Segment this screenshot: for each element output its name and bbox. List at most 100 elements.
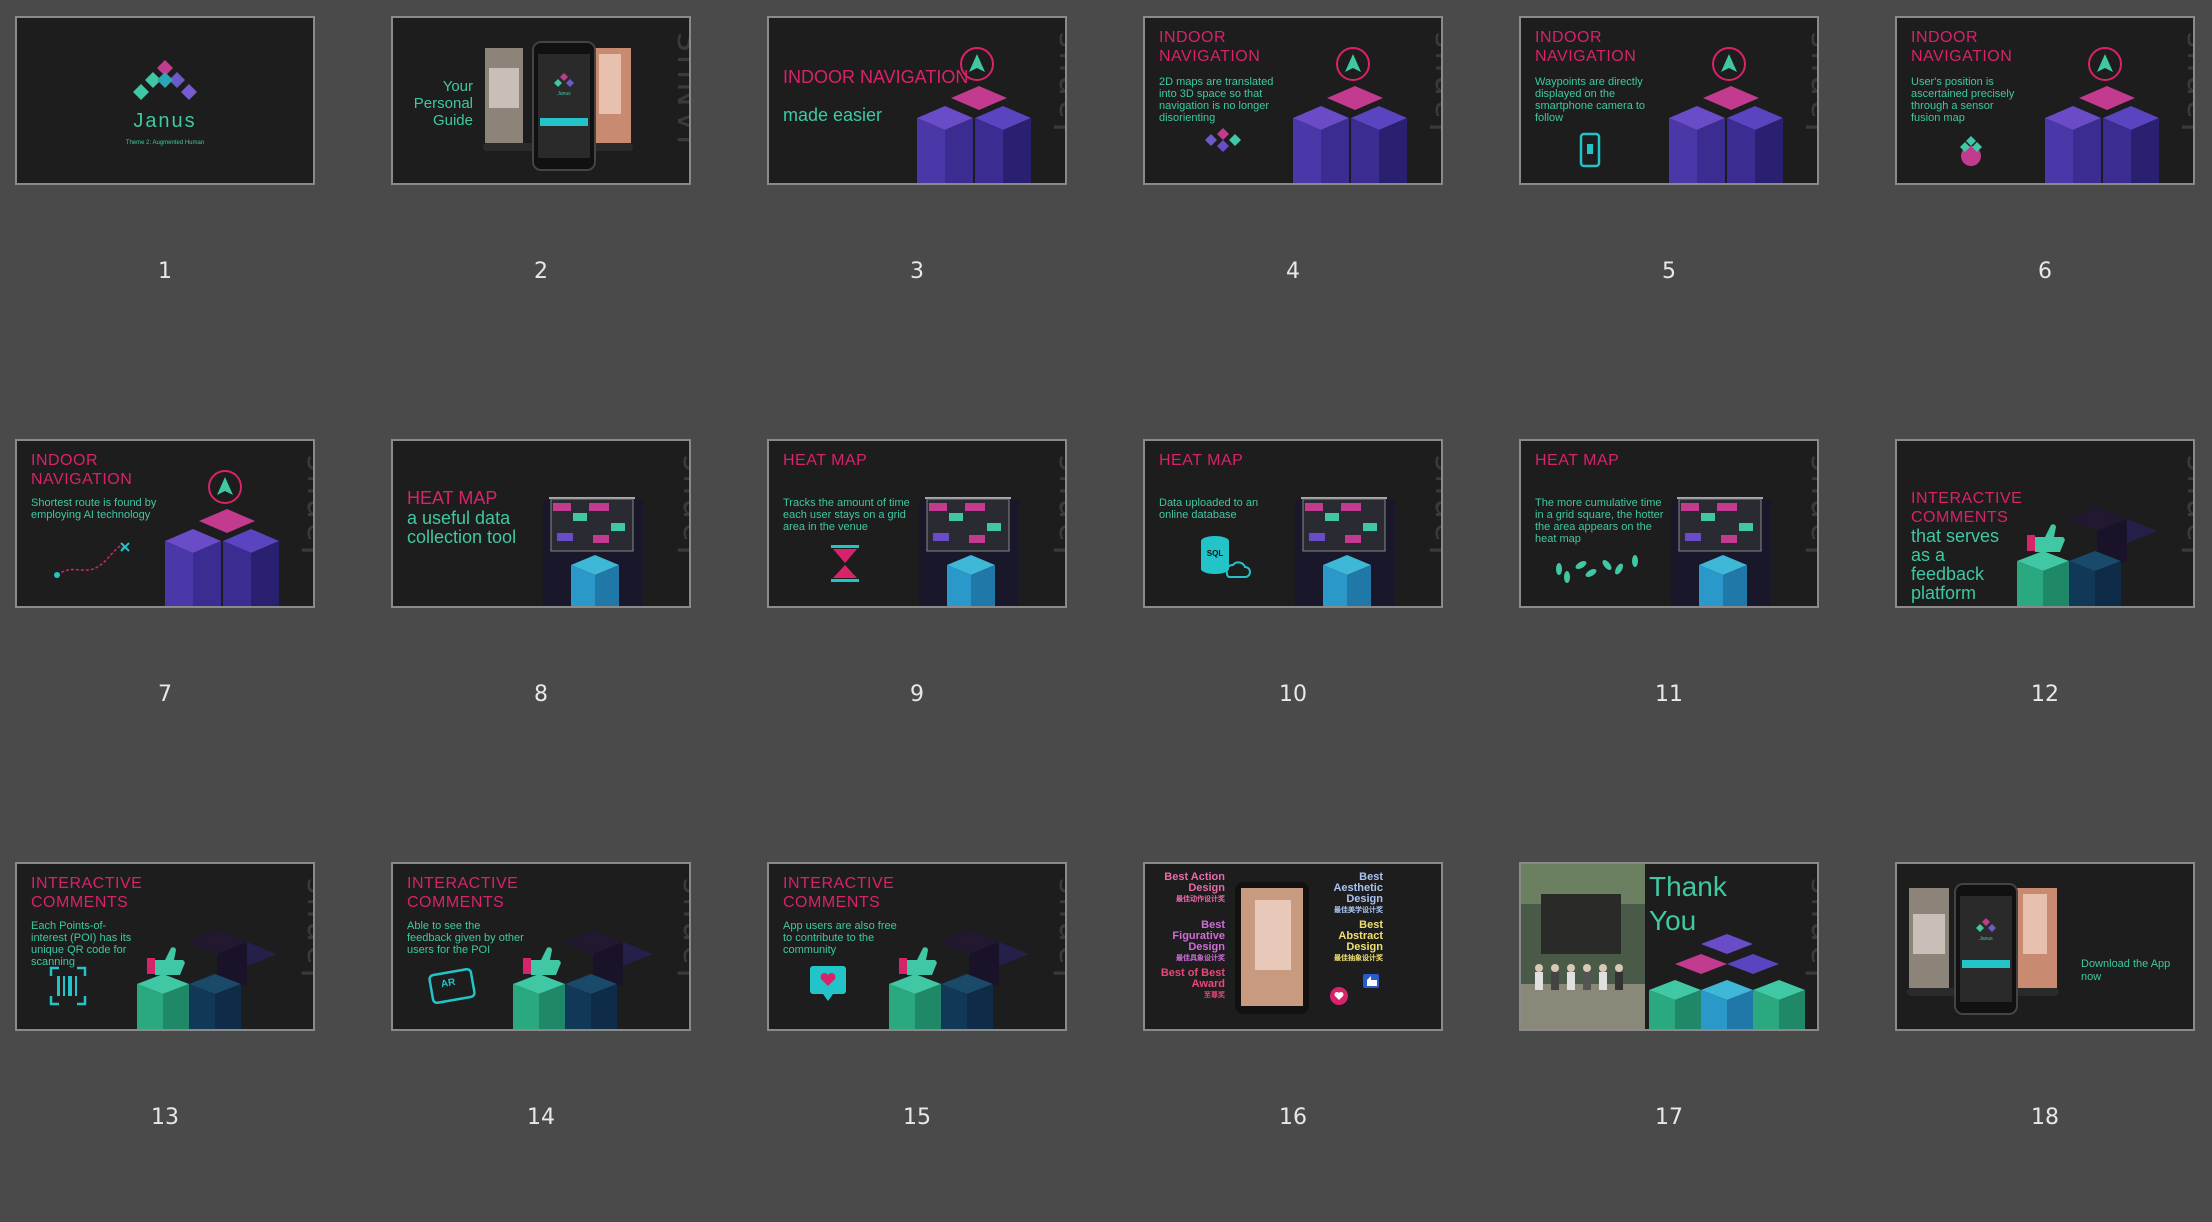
award-best-action: Best Action Design 最佳动作设计奖 xyxy=(1155,872,1225,905)
slide-number: 8 xyxy=(534,682,548,707)
slide-thumbnail-9[interactable]: HEAT MAP Tracks the amount of time each … xyxy=(767,439,1067,799)
slide-3-canvas: INDOOR NAVIGATION made easier Janus xyxy=(767,16,1067,185)
slide-title: Thank You xyxy=(1649,871,1727,936)
slide-number: 15 xyxy=(903,1105,931,1130)
award-zh: 至尊奖 xyxy=(1204,992,1225,999)
janus-vertical-brand: Janus xyxy=(1799,28,1819,132)
slide-6-canvas: INDOOR NAVIGATION User's position is asc… xyxy=(1895,16,2195,185)
janus-vertical-brand: Janus xyxy=(1047,28,1067,132)
janus-vertical-brand: Janus xyxy=(671,874,691,978)
slide-10-canvas: HEAT MAP Data uploaded to an online data… xyxy=(1143,439,1443,608)
heat-map-board-icon xyxy=(543,497,643,606)
slide-18-canvas: Janus Download the App now xyxy=(1895,862,2195,1031)
slide-11-canvas: HEAT MAP The more cumulative time in a g… xyxy=(1519,439,1819,608)
phone-logo-text: Janus xyxy=(1979,936,1993,942)
cubes-navigation-icon xyxy=(1205,47,1407,183)
slide-5-canvas: INDOOR NAVIGATION Waypoints are directly… xyxy=(1519,16,1819,185)
slide-2-canvas: Your Personal Guide Janus JANUS xyxy=(391,16,691,185)
janus-vertical-brand: Janus xyxy=(1799,451,1819,555)
slide-thumbnail-3[interactable]: INDOOR NAVIGATION made easier Janus 3 xyxy=(767,16,1067,376)
award-en: Best Action Design xyxy=(1164,871,1225,894)
slide-thumbnail-1[interactable]: Janus Theme 2: Augmented Human 1 xyxy=(15,16,315,376)
ar-tablet-icon xyxy=(428,930,653,1029)
slide-number: 18 xyxy=(2031,1105,2059,1130)
phone-logo-text: Janus xyxy=(557,91,571,97)
slide-number: 17 xyxy=(1655,1105,1683,1130)
slide-thumbnail-4[interactable]: INDOOR NAVIGATION 2D maps are translated… xyxy=(1143,16,1443,376)
slide-number: 12 xyxy=(2031,682,2059,707)
slide-thumbnail-18[interactable]: Janus Download the App now 18 xyxy=(1895,862,2195,1222)
janus-logo-icon xyxy=(133,60,197,100)
slide-subtitle: Theme 2: Augmented Human xyxy=(125,140,205,146)
slide-number: 2 xyxy=(534,259,548,284)
award-zh: 最佳动作设计奖 xyxy=(1176,896,1225,903)
slide-8-canvas: HEAT MAP a useful data collection tool J… xyxy=(391,439,691,608)
phone-mockup-icon xyxy=(1907,883,2059,1015)
slide-number: 7 xyxy=(158,682,172,707)
award-zh: 最佳美学设计奖 xyxy=(1334,907,1383,914)
hourglass-icon xyxy=(831,497,1019,606)
slide-number: 9 xyxy=(910,682,924,707)
slide-thumbnail-12[interactable]: INTERACTIVE COMMENTS that serves as a fe… xyxy=(1895,439,2195,799)
thumbs-up-cubes-icon xyxy=(2017,507,2157,606)
janus-vertical-brand: Janus xyxy=(295,874,315,978)
phone-mockup-icon xyxy=(483,41,633,171)
slide-17-canvas: Thank You Janus xyxy=(1519,862,1819,1031)
slide-number: 4 xyxy=(1286,259,1300,284)
slide-thumbnail-16[interactable]: Best Action Design 最佳动作设计奖 Best Figurati… xyxy=(1143,862,1443,1222)
slide-thumbnail-8[interactable]: HEAT MAP a useful data collection tool J… xyxy=(391,439,691,799)
slide-number: 11 xyxy=(1655,682,1683,707)
award-best-of-best: Best of Best Award 至尊奖 xyxy=(1155,968,1225,1001)
award-best-abstract: Best Abstract Design 最佳抽象设计奖 xyxy=(1313,920,1383,964)
award-zh: 最佳具象设计奖 xyxy=(1176,955,1225,962)
janus-vertical-brand: Janus xyxy=(671,451,691,555)
slide-number: 14 xyxy=(527,1105,555,1130)
slide-thumbnail-15[interactable]: INTERACTIVE COMMENTS App users are also … xyxy=(767,862,1067,1222)
janus-vertical-brand: Janus xyxy=(2175,451,2195,555)
award-en: Best of Best Award xyxy=(1160,967,1225,990)
slide-thumbnail-14[interactable]: INTERACTIVE COMMENTS Able to see the fee… xyxy=(391,862,691,1222)
slide-thumbnail-17[interactable]: Thank You Janus 17 xyxy=(1519,862,1819,1222)
janus-vertical-brand: Janus xyxy=(295,451,315,555)
location-pin-icon xyxy=(1960,47,2159,183)
slide-title: Download the App now xyxy=(2081,958,2171,983)
award-best-aesthetic: Best Aesthetic Design 最佳美学设计奖 xyxy=(1313,872,1383,916)
janus-vertical-brand: Janus xyxy=(1047,874,1067,978)
slide-thumbnail-13[interactable]: INTERACTIVE COMMENTS Each Points-of-inte… xyxy=(15,862,315,1222)
slide-number: 6 xyxy=(2038,259,2052,284)
slide-1-canvas: Janus Theme 2: Augmented Human xyxy=(15,16,315,185)
database-cloud-icon xyxy=(1201,497,1395,606)
janus-vertical-brand: Janus xyxy=(1047,451,1067,555)
slide-15-canvas: INTERACTIVE COMMENTS App users are also … xyxy=(767,862,1067,1031)
slide-thumbnail-11[interactable]: HEAT MAP The more cumulative time in a g… xyxy=(1519,439,1819,799)
slide-number: 1 xyxy=(158,259,172,284)
heart-comment-icon xyxy=(810,930,1029,1029)
janus-vertical-brand: Janus xyxy=(2175,28,2195,132)
sql-label: SQL xyxy=(1206,549,1224,558)
award-best-figurative: Best Figurative Design 最佳具象设计奖 xyxy=(1155,920,1225,964)
award-en: Best Figurative Design xyxy=(1172,919,1225,953)
slide-number: 16 xyxy=(1279,1105,1307,1130)
slide-thumbnail-5[interactable]: INDOOR NAVIGATION Waypoints are directly… xyxy=(1519,16,1819,376)
slide-7-canvas: INDOOR NAVIGATION Shortest route is foun… xyxy=(15,439,315,608)
qr-scan-icon xyxy=(49,930,277,1029)
slide-number: 5 xyxy=(1662,259,1676,284)
slide-thumbnail-7[interactable]: INDOOR NAVIGATION Shortest route is foun… xyxy=(15,439,315,799)
award-en: Best Aesthetic Design xyxy=(1333,871,1383,905)
slide-14-canvas: INTERACTIVE COMMENTS Able to see the fee… xyxy=(391,862,691,1031)
slide-thumbnail-2[interactable]: Your Personal Guide Janus JANUS 2 xyxy=(391,16,691,376)
slide-9-canvas: HEAT MAP Tracks the amount of time each … xyxy=(767,439,1067,608)
footprints-icon xyxy=(1556,497,1771,606)
logo-text: Janus xyxy=(133,110,197,132)
janus-vertical-brand: JANUS xyxy=(671,28,691,145)
slide-13-canvas: INTERACTIVE COMMENTS Each Points-of-inte… xyxy=(15,862,315,1031)
award-en: Best Abstract Design xyxy=(1338,919,1383,953)
slide-4-canvas: INDOOR NAVIGATION 2D maps are translated… xyxy=(1143,16,1443,185)
slide-thumbnail-10[interactable]: HEAT MAP Data uploaded to an online data… xyxy=(1143,439,1443,799)
route-icon xyxy=(54,470,279,606)
slide-16-canvas: Best Action Design 最佳动作设计奖 Best Figurati… xyxy=(1143,862,1443,1031)
janus-vertical-brand: Janus xyxy=(1423,451,1443,555)
slide-thumbnail-6[interactable]: INDOOR NAVIGATION User's position is asc… xyxy=(1895,16,2195,376)
janus-vertical-brand: Janus xyxy=(1799,874,1819,978)
slide-number: 10 xyxy=(1279,682,1307,707)
